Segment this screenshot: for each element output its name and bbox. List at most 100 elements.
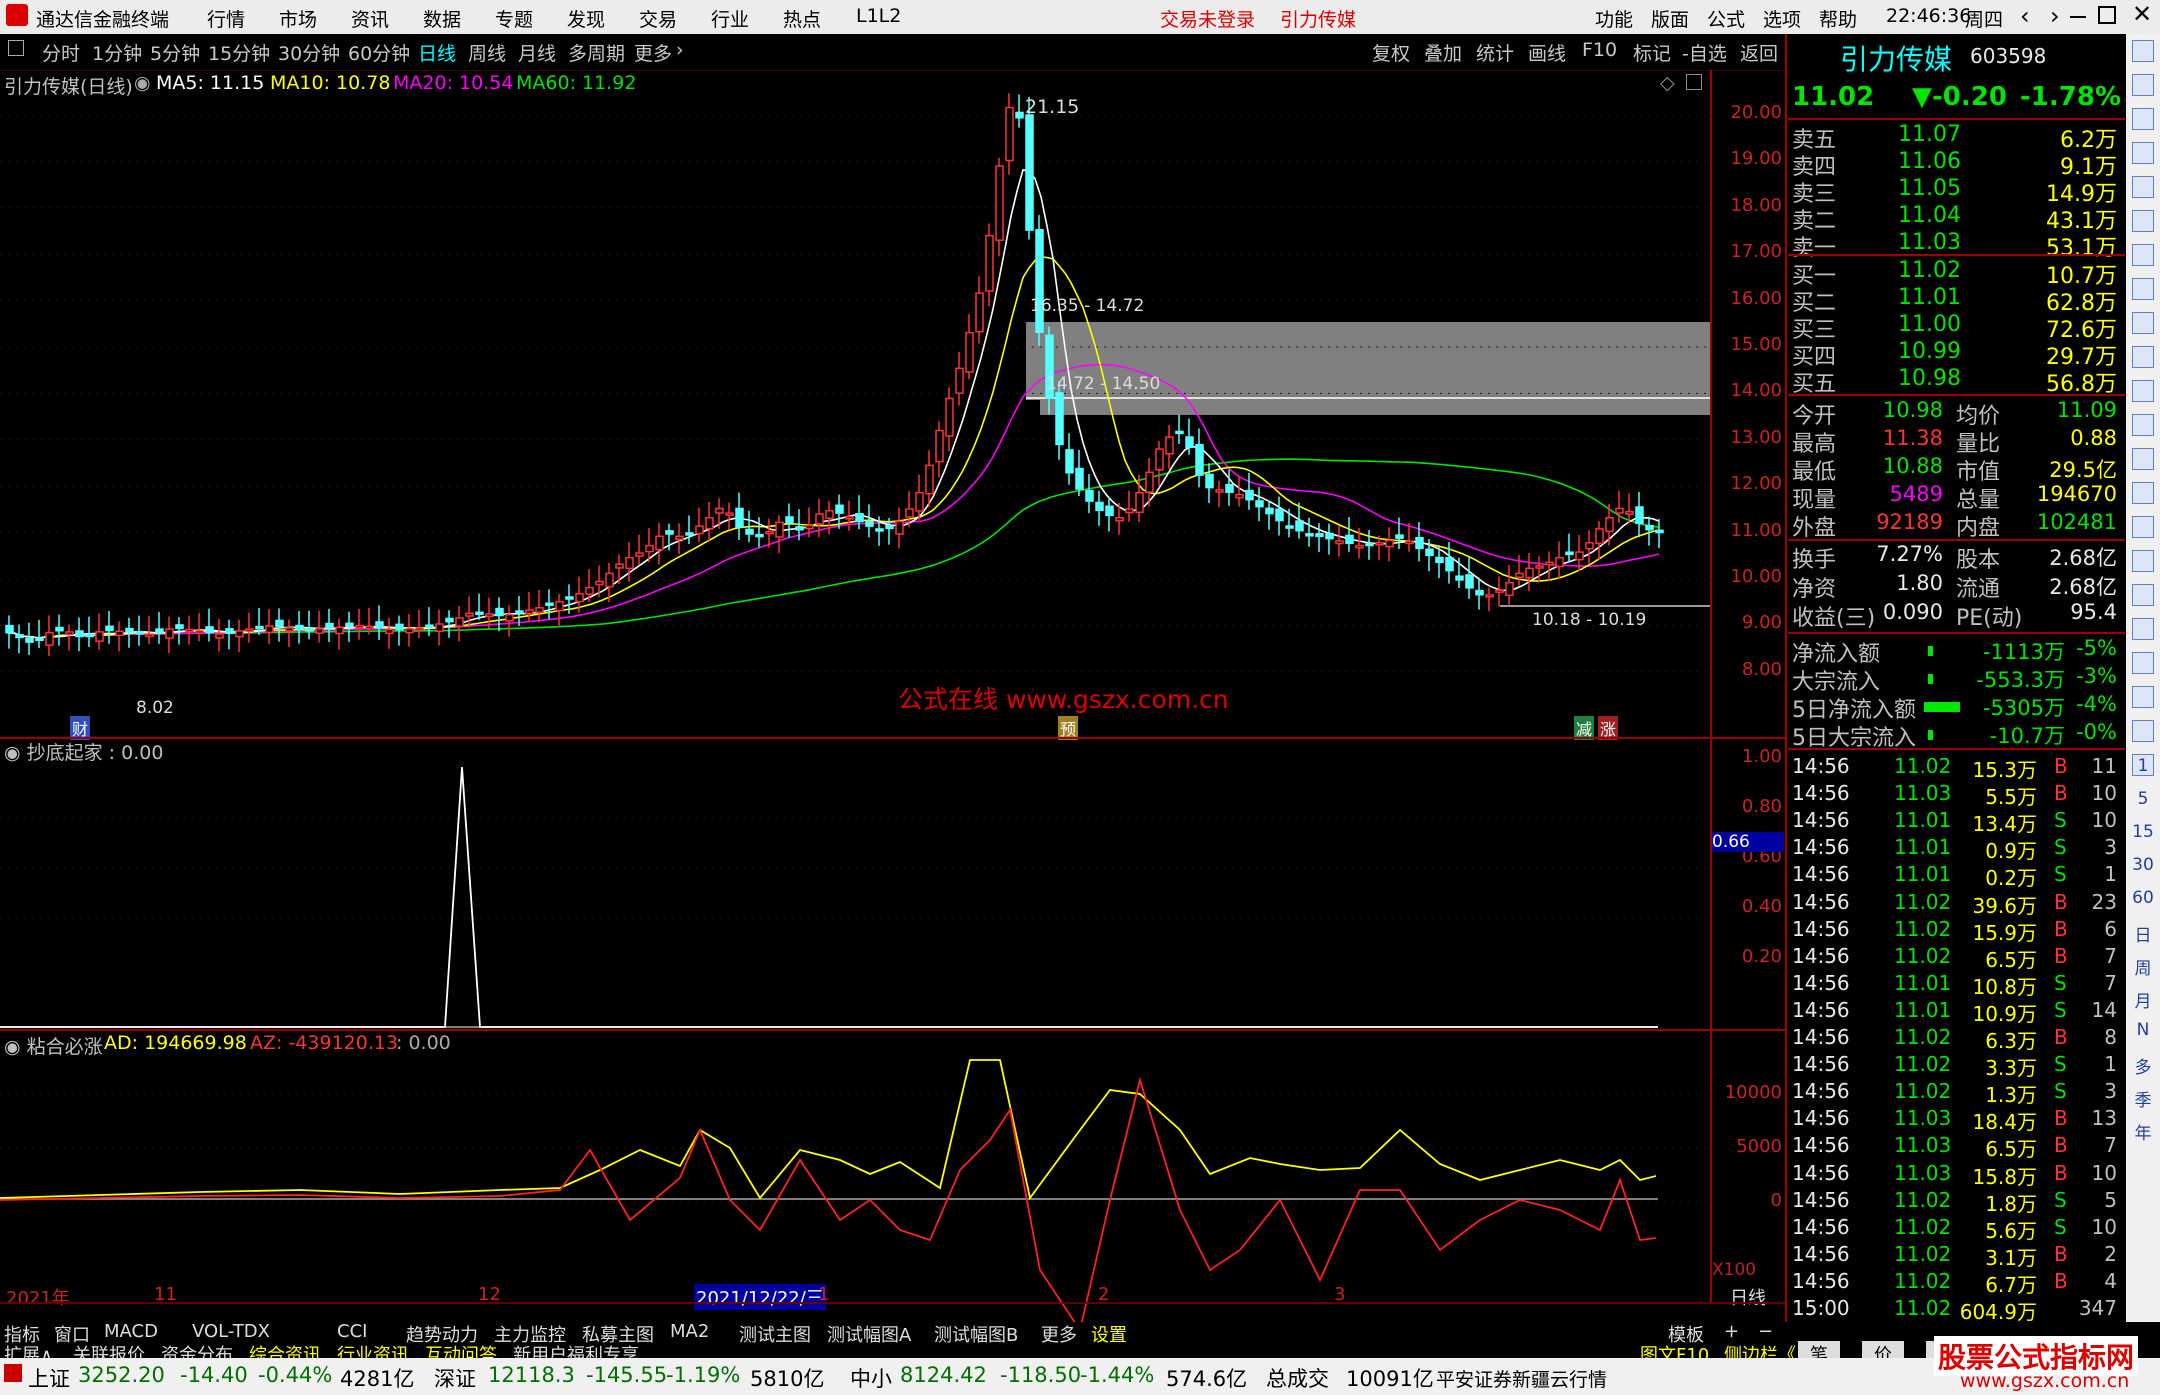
menu-item[interactable]: 专题 bbox=[495, 5, 533, 32]
candle[interactable] bbox=[1385, 539, 1394, 548]
menu-item[interactable]: L1L2 bbox=[856, 5, 901, 27]
candle[interactable] bbox=[1475, 589, 1484, 596]
candle[interactable] bbox=[225, 628, 234, 635]
candle[interactable] bbox=[1645, 524, 1654, 531]
ask-price[interactable]: 11.04 bbox=[1898, 203, 1961, 228]
candle[interactable] bbox=[1305, 533, 1314, 537]
candle[interactable] bbox=[215, 633, 224, 639]
candle[interactable] bbox=[1565, 551, 1574, 556]
candle[interactable] bbox=[465, 612, 474, 617]
candle[interactable] bbox=[1005, 106, 1014, 162]
candle[interactable] bbox=[1445, 557, 1454, 572]
candle[interactable] bbox=[875, 528, 884, 532]
candle[interactable] bbox=[1175, 430, 1184, 435]
candle[interactable] bbox=[455, 617, 464, 627]
ask-price[interactable]: 11.05 bbox=[1898, 176, 1961, 201]
candle[interactable] bbox=[675, 535, 684, 540]
candle[interactable] bbox=[685, 532, 694, 536]
candle[interactable] bbox=[765, 530, 774, 535]
candle[interactable] bbox=[915, 491, 924, 512]
period-shortcut[interactable]: 周 bbox=[2126, 954, 2160, 979]
candle[interactable] bbox=[35, 637, 44, 642]
candle[interactable] bbox=[235, 630, 244, 638]
down-icon[interactable] bbox=[2132, 142, 2154, 164]
candle[interactable] bbox=[1465, 574, 1474, 589]
candle[interactable] bbox=[1255, 500, 1264, 508]
candle[interactable] bbox=[555, 601, 564, 612]
candle[interactable] bbox=[515, 610, 524, 614]
toolbar-button[interactable]: -自选 bbox=[1682, 39, 1727, 66]
menu-item[interactable]: 帮助 bbox=[1819, 5, 1857, 32]
candle[interactable] bbox=[1605, 517, 1614, 533]
bid-price[interactable]: 11.01 bbox=[1898, 285, 1961, 310]
timeframe-tab[interactable]: 15分钟 bbox=[208, 39, 270, 66]
up-icon[interactable] bbox=[2132, 108, 2154, 130]
maximize-icon[interactable] bbox=[2098, 6, 2116, 24]
timeframe-tab[interactable]: 1分钟 bbox=[92, 39, 142, 66]
candle[interactable] bbox=[95, 631, 104, 642]
window-icon[interactable] bbox=[1686, 74, 1702, 90]
period-shortcut[interactable]: 年 bbox=[2126, 1119, 2160, 1144]
candle[interactable] bbox=[485, 613, 494, 617]
candle[interactable] bbox=[1085, 489, 1094, 502]
toolbar-button[interactable]: 返回 bbox=[1740, 39, 1778, 66]
curve-icon[interactable] bbox=[2132, 550, 2154, 572]
candle[interactable] bbox=[5, 624, 14, 634]
toolbar-button[interactable]: 画线 bbox=[1528, 39, 1566, 66]
line-icon[interactable] bbox=[2132, 244, 2154, 266]
ask-price[interactable]: 11.03 bbox=[1898, 230, 1961, 255]
period-shortcut[interactable]: 日 bbox=[2126, 921, 2160, 946]
indicator-tab[interactable]: 设置 bbox=[1091, 1321, 1127, 1347]
candle[interactable] bbox=[975, 292, 984, 333]
candle[interactable] bbox=[1185, 436, 1194, 448]
candle[interactable] bbox=[755, 533, 764, 538]
candle[interactable] bbox=[1145, 471, 1154, 493]
note-icon[interactable] bbox=[2132, 516, 2154, 538]
candle[interactable] bbox=[335, 626, 344, 635]
chart-area[interactable]: 20.00 19.00 18.00 17.00 16.00 15.00 14.00 13.00… bbox=[0, 70, 1785, 1322]
candle[interactable] bbox=[165, 628, 174, 639]
dropdown-icon[interactable]: ◉ bbox=[134, 72, 151, 94]
timeframe-tab[interactable]: 30分钟 bbox=[278, 39, 340, 66]
candle[interactable] bbox=[135, 630, 144, 635]
candle[interactable] bbox=[155, 628, 164, 634]
candle[interactable] bbox=[175, 624, 184, 630]
candle[interactable] bbox=[535, 607, 544, 614]
menu-item[interactable]: 公式 bbox=[1707, 5, 1745, 32]
period-shortcut[interactable]: 60 bbox=[2126, 888, 2160, 908]
candle[interactable] bbox=[1405, 540, 1414, 545]
candle[interactable] bbox=[1505, 581, 1514, 596]
indicator-tab[interactable]: 更多 bbox=[1041, 1321, 1077, 1347]
candle[interactable] bbox=[205, 626, 214, 634]
candle[interactable] bbox=[1375, 542, 1384, 546]
candle[interactable] bbox=[355, 624, 364, 629]
candle[interactable] bbox=[1655, 529, 1664, 534]
candle[interactable] bbox=[1625, 510, 1634, 515]
candle[interactable] bbox=[405, 628, 414, 634]
candle[interactable] bbox=[85, 633, 94, 638]
candle[interactable] bbox=[1315, 533, 1324, 538]
candle[interactable] bbox=[955, 367, 964, 394]
candle[interactable] bbox=[745, 528, 754, 535]
doc-icon[interactable] bbox=[2132, 380, 2154, 402]
menu-item[interactable]: 热点 bbox=[783, 5, 821, 32]
bid-price[interactable]: 10.99 bbox=[1898, 339, 1961, 364]
candle[interactable] bbox=[375, 621, 384, 629]
candle[interactable] bbox=[1095, 501, 1104, 512]
login-status[interactable]: 交易未登录 bbox=[1160, 5, 1255, 32]
candle[interactable] bbox=[1055, 392, 1064, 446]
candle[interactable] bbox=[645, 544, 654, 553]
bid-price[interactable]: 11.02 bbox=[1898, 258, 1961, 283]
stack-icon[interactable] bbox=[2132, 686, 2154, 708]
menu-item[interactable]: 行业 bbox=[711, 5, 749, 32]
candle[interactable] bbox=[1335, 540, 1344, 545]
candle[interactable] bbox=[185, 628, 194, 633]
candle[interactable] bbox=[785, 516, 794, 524]
candle[interactable] bbox=[1485, 594, 1494, 598]
candle[interactable] bbox=[995, 165, 1004, 241]
chart-icon[interactable] bbox=[2132, 176, 2154, 198]
candle[interactable] bbox=[1225, 483, 1234, 493]
timeframe-tab[interactable]: 月线 bbox=[518, 39, 556, 66]
timeframe-tab[interactable]: 60分钟 bbox=[348, 39, 410, 66]
period-shortcut[interactable]: N bbox=[2126, 1020, 2160, 1040]
